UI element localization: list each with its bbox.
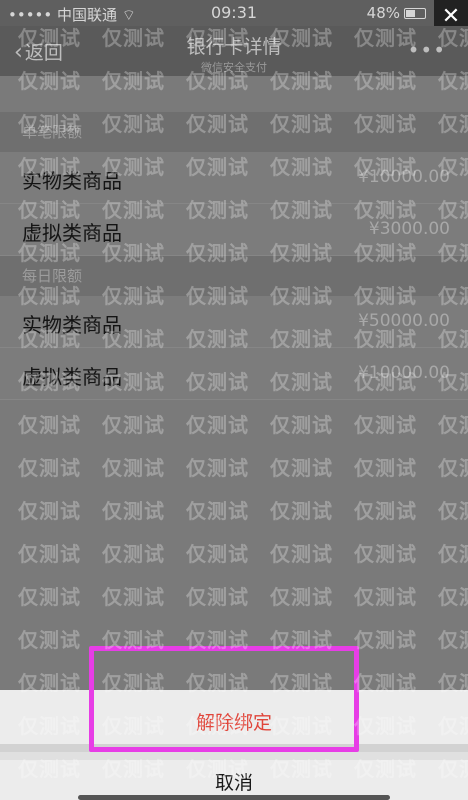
- watermark-text: 仅测试: [270, 413, 333, 437]
- page-title: 银行卡详情: [186, 36, 282, 58]
- watermark-text: 仅测试: [18, 585, 81, 609]
- watermark-text: 仅测试: [438, 413, 468, 437]
- watermark-text: 仅测试: [438, 628, 468, 652]
- section-header: 每日限额: [0, 256, 468, 296]
- watermark-text: 仅测试: [102, 456, 165, 480]
- watermark-text: 仅测试: [186, 499, 249, 523]
- item-amount: ¥10000.00: [358, 167, 450, 187]
- watermark-text: 仅测试: [18, 628, 81, 652]
- page-subtitle: 微信安全支付: [201, 61, 267, 74]
- limits-list: 单笔限额 实物类商品 ¥10000.00 虚拟类商品 ¥3000.00 每日限额…: [0, 112, 468, 400]
- watermark-text: 仅测试: [270, 585, 333, 609]
- battery-icon: [404, 8, 426, 19]
- highlight-box: [89, 646, 359, 752]
- watermark-text: 仅测试: [354, 456, 417, 480]
- nav-bar: ‹ 返回 银行卡详情 微信安全支付 •••: [0, 26, 468, 76]
- item-name: 虚拟类商品: [22, 221, 122, 245]
- watermark-text: 仅测试: [270, 456, 333, 480]
- list-item: 实物类商品 ¥10000.00: [0, 152, 468, 204]
- watermark-text: 仅测试: [18, 456, 81, 480]
- home-indicator: [78, 795, 390, 800]
- watermark-text: 仅测试: [186, 413, 249, 437]
- watermark-text: 仅测试: [354, 499, 417, 523]
- watermark-text: 仅测试: [354, 628, 417, 652]
- watermark-text: 仅测试: [18, 542, 81, 566]
- list-item: 虚拟类商品 ¥10000.00: [0, 348, 468, 400]
- battery-indicator: 48%: [367, 4, 426, 22]
- status-bar: ••••• 中国联通 ⌔ 09:31 48%: [0, 0, 468, 26]
- watermark-text: 仅测试: [270, 499, 333, 523]
- watermark-text: 仅测试: [102, 542, 165, 566]
- cancel-label: 取消: [214, 772, 253, 794]
- item-name: 虚拟类商品: [22, 365, 122, 389]
- list-item: 实物类商品 ¥50000.00: [0, 296, 468, 348]
- more-icon[interactable]: •••: [408, 38, 446, 62]
- watermark-text: 仅测试: [18, 413, 81, 437]
- item-amount: ¥10000.00: [358, 363, 450, 383]
- watermark-text: 仅测试: [186, 542, 249, 566]
- watermark-text: 仅测试: [102, 499, 165, 523]
- item-name: 实物类商品: [22, 313, 122, 337]
- watermark-text: 仅测试: [18, 499, 81, 523]
- cancel-button[interactable]: 取消: [0, 760, 468, 800]
- list-item: 虚拟类商品 ¥3000.00: [0, 204, 468, 256]
- section-header: 单笔限额: [0, 112, 468, 152]
- watermark-text: 仅测试: [438, 499, 468, 523]
- watermark-text: 仅测试: [438, 456, 468, 480]
- watermark-text: 仅测试: [270, 542, 333, 566]
- watermark-text: 仅测试: [102, 413, 165, 437]
- item-amount: ¥50000.00: [358, 311, 450, 331]
- watermark-text: 仅测试: [186, 585, 249, 609]
- item-name: 实物类商品: [22, 169, 122, 193]
- watermark-text: 仅测试: [354, 585, 417, 609]
- item-amount: ¥3000.00: [368, 219, 450, 239]
- watermark-text: 仅测试: [438, 542, 468, 566]
- watermark-text: 仅测试: [354, 413, 417, 437]
- watermark-text: 仅测试: [102, 585, 165, 609]
- watermark-text: 仅测试: [186, 456, 249, 480]
- watermark-text: 仅测试: [438, 585, 468, 609]
- watermark-text: 仅测试: [354, 542, 417, 566]
